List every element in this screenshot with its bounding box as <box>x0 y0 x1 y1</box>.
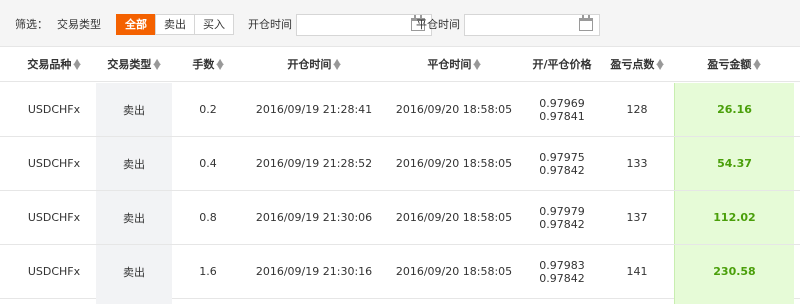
prices-cell: 0.97969 0.97841 <box>524 83 600 136</box>
prices-cell: 0.97979 0.97842 <box>524 191 600 244</box>
open-price: 0.97975 <box>539 150 585 164</box>
open-time-field[interactable] <box>296 14 432 36</box>
calendar-icon[interactable] <box>579 15 593 31</box>
close-time-cell: 2016/09/20 18:58:05 <box>395 211 513 224</box>
prices-cell: 0.97983 0.97842 <box>524 245 600 298</box>
header-prices: 开/平仓价格 <box>532 58 592 71</box>
table-row: USDCHFx 卖出 1.6 2016/09/19 21:30:16 2016/… <box>0 245 800 299</box>
type-sell-button[interactable]: 卖出 <box>155 14 195 35</box>
table-header: 交易品种 ▲ ▼ 交易类型 ▲ ▼ 手数 ▲ ▼ 开仓时间 ▲ ▼ 平仓时间 ▲ ▼ 开/平仓价格 … <box>0 47 800 82</box>
open-price: 0.97969 <box>539 96 585 110</box>
open-time-cell: 2016/09/19 21:30:16 <box>255 265 373 278</box>
sort-icon[interactable]: ▲ ▼ <box>74 58 81 71</box>
header-close-time[interactable]: 平仓时间 ▲ ▼ <box>384 47 524 82</box>
close-price: 0.97842 <box>539 271 585 285</box>
lots-cell: 0.4 <box>199 157 217 170</box>
header-open-time[interactable]: 开仓时间 ▲ ▼ <box>244 47 384 82</box>
table-row: USDCHFx 卖出 0.2 2016/09/19 21:28:41 2016/… <box>0 83 800 137</box>
open-price: 0.97979 <box>539 204 585 218</box>
open-time-cell: 2016/09/19 21:30:06 <box>255 211 373 224</box>
points-cell: 133 <box>626 157 648 170</box>
type-cell: 卖出 <box>96 191 172 244</box>
close-price: 0.97842 <box>539 217 585 231</box>
filter-bar: 筛选： 交易类型 全部 卖出 买入 开仓时间 平仓时间 <box>0 0 800 47</box>
close-price: 0.97841 <box>539 109 585 123</box>
sort-icon[interactable]: ▲ ▼ <box>154 58 161 71</box>
table-row: USDCHFx 卖出 0.8 2016/09/19 21:30:06 2016/… <box>0 191 800 245</box>
points-cell: 128 <box>626 103 648 116</box>
sort-icon[interactable]: ▲ ▼ <box>217 58 224 71</box>
next-row-amount-strip <box>674 297 794 304</box>
sort-icon[interactable]: ▲ ▼ <box>657 58 664 71</box>
close-time-label: 平仓时间 <box>416 18 460 31</box>
type-buy-button[interactable]: 买入 <box>194 14 234 35</box>
trade-type-label: 交易类型 <box>57 18 101 31</box>
next-row-type-strip <box>96 297 172 304</box>
symbol-cell: USDCHFx <box>27 211 81 224</box>
amount-cell: 26.16 <box>674 83 794 136</box>
type-cell: 卖出 <box>96 83 172 136</box>
filter-label: 筛选： <box>15 18 48 31</box>
header-lots[interactable]: 手数 ▲ ▼ <box>172 47 244 82</box>
lots-cell: 0.2 <box>199 103 217 116</box>
header-amount[interactable]: 盈亏金额 ▲ ▼ <box>674 47 794 82</box>
points-cell: 141 <box>626 265 648 278</box>
header-type[interactable]: 交易类型 ▲ ▼ <box>96 47 172 82</box>
lots-cell: 0.8 <box>199 211 217 224</box>
header-symbol[interactable]: 交易品种 ▲ ▼ <box>18 47 90 82</box>
open-time-cell: 2016/09/19 21:28:52 <box>255 157 373 170</box>
close-time-field[interactable] <box>464 14 600 36</box>
lots-cell: 1.6 <box>199 265 217 278</box>
trade-type-toggle: 全部 卖出 买入 <box>116 14 234 35</box>
close-time-cell: 2016/09/20 18:58:05 <box>395 265 513 278</box>
points-cell: 137 <box>626 211 648 224</box>
sort-icon[interactable]: ▲ ▼ <box>334 58 341 71</box>
type-all-button[interactable]: 全部 <box>116 14 156 35</box>
prices-cell: 0.97975 0.97842 <box>524 137 600 190</box>
symbol-cell: USDCHFx <box>27 265 81 278</box>
sort-icon[interactable]: ▲ ▼ <box>754 58 761 71</box>
open-price: 0.97983 <box>539 258 585 272</box>
open-time-label: 开仓时间 <box>248 18 292 31</box>
open-time-cell: 2016/09/19 21:28:41 <box>255 103 373 116</box>
sort-icon[interactable]: ▲ ▼ <box>474 58 481 71</box>
amount-cell: 54.37 <box>674 137 794 190</box>
type-cell: 卖出 <box>96 245 172 298</box>
close-price: 0.97842 <box>539 163 585 177</box>
amount-cell: 112.02 <box>674 191 794 244</box>
header-points[interactable]: 盈亏点数 ▲ ▼ <box>600 47 674 82</box>
close-time-cell: 2016/09/20 18:58:05 <box>395 157 513 170</box>
close-time-cell: 2016/09/20 18:58:05 <box>395 103 513 116</box>
open-time-input[interactable] <box>297 15 407 35</box>
symbol-cell: USDCHFx <box>27 103 81 116</box>
close-time-input[interactable] <box>465 15 575 35</box>
amount-cell: 230.58 <box>674 245 794 298</box>
type-cell: 卖出 <box>96 137 172 190</box>
symbol-cell: USDCHFx <box>27 157 81 170</box>
table-row: USDCHFx 卖出 0.4 2016/09/19 21:28:52 2016/… <box>0 137 800 191</box>
